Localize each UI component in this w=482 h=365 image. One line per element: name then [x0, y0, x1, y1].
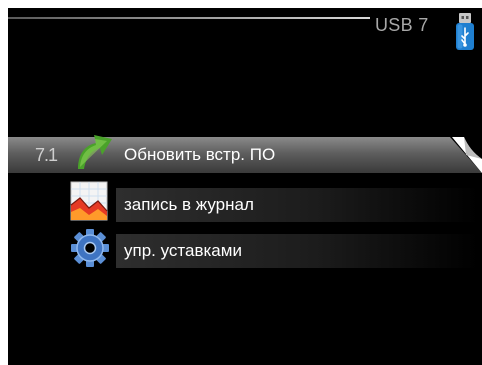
update-arrow-icon: [78, 135, 112, 169]
device-screen: USB 7 7.1 Обновить встр. ПО запись в жур…: [8, 8, 482, 365]
menu-item-number: 7.1: [35, 145, 58, 165]
menu-item-settings-management[interactable]: упр. уставками: [116, 234, 478, 268]
menu-item-log[interactable]: запись в журнал: [116, 188, 478, 222]
gear-icon: [71, 229, 109, 267]
menu-title: USB 7: [375, 15, 429, 35]
usb-stick-icon: [456, 13, 474, 50]
log-chart-icon: [70, 181, 108, 221]
menu-item-label: упр. уставками: [124, 241, 242, 260]
menu-item-label: Обновить встр. ПО: [124, 145, 276, 164]
menu-item-label: запись в журнал: [124, 195, 254, 214]
header-divider: [8, 17, 370, 19]
page-fold-corner: [452, 137, 482, 173]
